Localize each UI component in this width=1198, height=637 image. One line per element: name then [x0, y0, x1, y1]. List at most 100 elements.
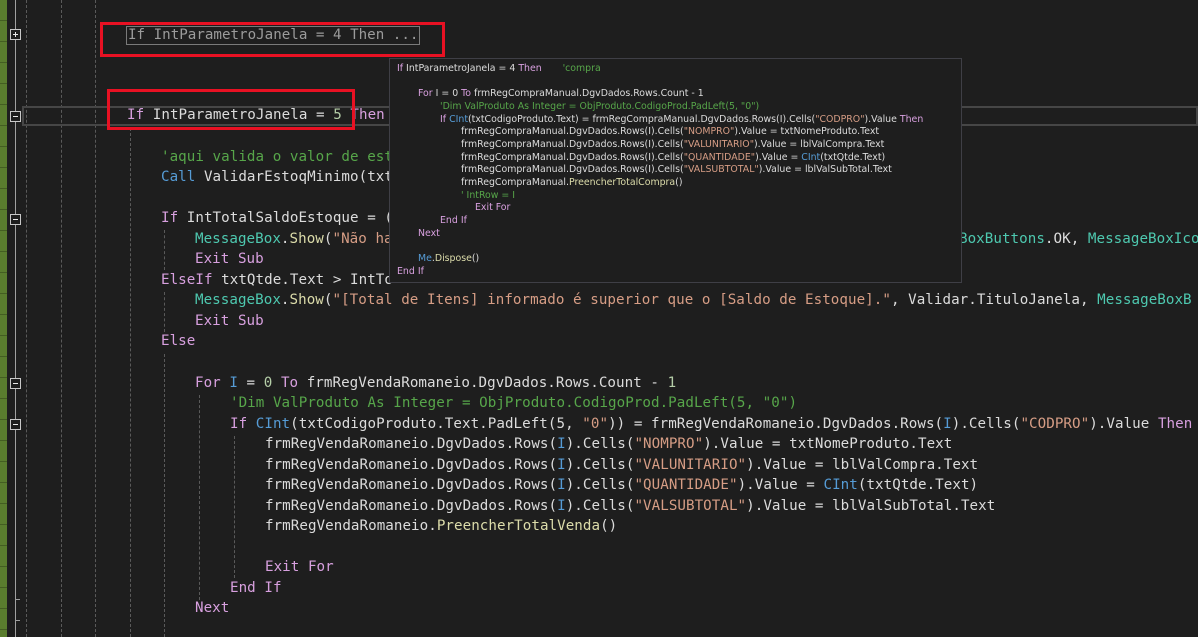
collapsed-region-preview-tooltip: If IntParametroJanela = 4 Then 'compra F… [389, 58, 962, 283]
tooltip-line: For I = 0 To frmRegCompraManual.DgvDados… [418, 88, 704, 101]
code-token: "VALSUBTOTAL" [634, 498, 747, 514]
code-token: "VALSUBTOTAL" [683, 164, 759, 175]
code-token: CInt [801, 152, 821, 163]
code-token: ).Value [864, 114, 900, 125]
code-token: = [237, 375, 264, 391]
code-token: frmRegCompraManual.DgvDados.Rows(I).Cell… [461, 164, 684, 175]
code-line[interactable]: If IntTotalSaldoEstoque = ( [161, 208, 393, 229]
code-token: For [495, 202, 511, 213]
code-line[interactable]: frmRegVendaRomaneio.PreencherTotalVenda(… [265, 516, 617, 537]
indent-guide [164, 230, 165, 270]
collapse-region-icon[interactable] [10, 214, 21, 225]
code-line[interactable]: BoxButtons.OK, MessageBoxIco [959, 229, 1198, 250]
indent-guide [199, 395, 200, 600]
code-token: frmRegCompraManual. [461, 177, 569, 188]
collapsed-region[interactable]: If IntParametroJanela = 4 Then ... [126, 26, 421, 45]
code-line[interactable]: frmRegVendaRomaneio.DgvDados.Rows(I).Cel… [265, 434, 952, 455]
code-token: "0" [582, 416, 609, 432]
code-token: ).Value = lblValSubTotal.Text [746, 498, 996, 514]
code-line[interactable]: frmRegVendaRomaneio.DgvDados.Rows(I).Cel… [265, 496, 995, 517]
code-token: Then [350, 107, 385, 123]
code-token: 'compra [562, 63, 601, 74]
code-token: frmRegVendaRomaneio.DgvDados.Rows( [265, 498, 558, 514]
code-token: IntTotalSaldoEstoque = ( [178, 210, 393, 226]
code-token: Me [418, 253, 432, 264]
code-token: "VALUNITARIO" [683, 139, 755, 150]
code-token: BoxButtons [959, 231, 1045, 247]
indent-guide [164, 292, 165, 332]
code-line[interactable]: Next [195, 598, 229, 619]
code-token: If [460, 215, 467, 226]
code-token: frmRegCompraManual.DgvDados.Rows(I).Cell… [461, 139, 684, 150]
code-token: txtQtde.Text > IntTo [212, 272, 393, 288]
code-token: Exit [475, 202, 493, 213]
tooltip-line: Next [418, 228, 440, 241]
code-token: ).Value [1089, 416, 1158, 432]
code-token: () [675, 177, 683, 188]
indent-guide [130, 128, 131, 637]
code-token: ).Cells( [565, 436, 635, 452]
collapse-region-icon[interactable] [10, 419, 21, 430]
code-token: For [418, 88, 433, 99]
code-token: MessageBoxB [1097, 292, 1192, 308]
code-line[interactable]: MessageBox.Show("[Total de Itens] inform… [195, 290, 1192, 311]
code-token: frmRegCompraManual.DgvDados.Rows(I).Cell… [461, 152, 684, 163]
expand-region-icon[interactable] [10, 29, 21, 40]
code-token: Then [518, 63, 542, 74]
code-line[interactable]: Call ValidarEstoqMinimo(txt [161, 167, 393, 188]
code-token: Show [289, 231, 324, 247]
tooltip-line: frmRegCompraManual.DgvDados.Rows(I).Cell… [461, 164, 892, 177]
code-line[interactable]: 'aqui valida o valor de est [161, 147, 393, 168]
code-editor[interactable]: If IntParametroJanela = 4 Then ... If In… [0, 0, 1198, 637]
code-line[interactable]: frmRegVendaRomaneio.DgvDados.Rows(I).Cel… [265, 455, 978, 476]
code-token: IntParametroJanela = 4 [403, 63, 519, 74]
code-line[interactable]: For I = 0 To frmRegVendaRomaneio.DgvDado… [195, 373, 676, 394]
code-token: Sub [237, 251, 264, 267]
collapse-region-icon[interactable] [10, 111, 21, 122]
indent-guide [164, 354, 165, 637]
code-token: CInt [255, 416, 291, 432]
code-token: Exit [195, 313, 230, 329]
code-token: If [127, 107, 145, 123]
code-token: frmRegVendaRomaneio.DgvDados.Rows( [265, 436, 558, 452]
code-line[interactable]: MessageBox.Show("Não ha [195, 229, 393, 250]
code-line[interactable]: End If [230, 578, 282, 599]
code-token: "VALUNITARIO" [634, 457, 747, 473]
code-token: Next [195, 600, 230, 616]
code-line[interactable]: 'Dim ValProduto As Integer = ObjProduto.… [230, 393, 797, 414]
code-line[interactable]: Exit Sub [195, 249, 264, 270]
code-token: ).Value = lblValCompra.Text [754, 139, 885, 150]
code-token: IntParametroJanela = [144, 107, 334, 123]
code-line[interactable]: ElseIf txtQtde.Text > IntTo [161, 270, 393, 291]
code-token: End [397, 266, 415, 277]
tooltip-line: frmRegCompraManual.DgvDados.Rows(I).Cell… [461, 126, 879, 139]
code-token: "Não ha [332, 231, 393, 247]
code-token: 1 [667, 375, 677, 391]
indent-guide [61, 0, 62, 637]
code-token: If [230, 416, 248, 432]
tooltip-line: If IntParametroJanela = 4 Then 'compra [397, 63, 601, 76]
indent-guide [234, 436, 235, 578]
code-token: "QUANTIDADE" [634, 477, 738, 493]
tooltip-line: 'Dim ValProduto As Integer = ObjProduto.… [440, 101, 759, 114]
code-line[interactable]: If CInt(txtCodigoProduto.Text.PadLeft(5,… [230, 414, 1192, 435]
code-token: I [943, 416, 952, 432]
code-token: . [280, 231, 290, 247]
code-line[interactable]: If IntParametroJanela = 5 Then [127, 105, 385, 126]
code-token: End [230, 580, 256, 596]
outlining-margin [15, 0, 16, 637]
code-line[interactable]: Exit For [265, 557, 334, 578]
code-line[interactable]: Exit Sub [195, 311, 264, 332]
code-token: MessageBox [195, 231, 281, 247]
code-token: ).Value = lblValSubTotal.Text [758, 164, 892, 175]
code-line[interactable]: Else [161, 331, 195, 352]
code-token: CInt [449, 114, 468, 125]
code-token: frmRegVendaRomaneio. [265, 518, 437, 534]
code-token: Call [161, 169, 196, 185]
tooltip-line: Exit For [475, 202, 510, 215]
code-token: Sub [237, 313, 264, 329]
code-line[interactable]: frmRegVendaRomaneio.DgvDados.Rows(I).Cel… [265, 475, 978, 496]
collapse-region-icon[interactable] [10, 378, 21, 389]
